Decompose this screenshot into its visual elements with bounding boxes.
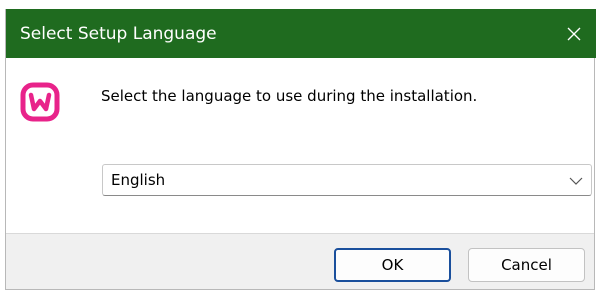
dialog-content: Select the language to use during the in… (6, 58, 594, 233)
close-icon (567, 27, 581, 40)
title-bar: Select Setup Language (6, 9, 596, 58)
setup-language-dialog: Select Setup Language Select the languag… (5, 9, 596, 290)
footer-divider (6, 233, 594, 234)
language-dropdown[interactable]: English (102, 164, 592, 196)
window-title: Select Setup Language (20, 24, 217, 44)
chevron-down-icon (569, 177, 583, 185)
language-dropdown-value: English (111, 171, 166, 189)
ok-button[interactable]: OK (334, 248, 451, 282)
wampserver-logo-icon (20, 82, 60, 122)
instruction-message: Select the language to use during the in… (101, 87, 478, 105)
cancel-button[interactable]: Cancel (468, 248, 585, 282)
close-button[interactable] (552, 9, 596, 58)
